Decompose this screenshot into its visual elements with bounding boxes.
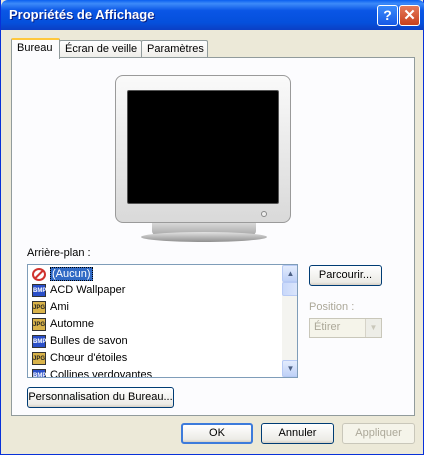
jpg-file-icon: JPG: [32, 300, 46, 314]
list-item-label: Automne: [50, 318, 95, 330]
help-button[interactable]: ?: [377, 5, 398, 26]
title-bar[interactable]: Propriétés de Affichage ? ✕: [1, 0, 424, 30]
tab-bureau-label: Bureau: [17, 42, 53, 54]
jpg-file-icon: JPG: [32, 317, 46, 331]
monitor-screen: [127, 90, 279, 204]
list-item[interactable]: BMP Collines verdoyantes: [32, 367, 153, 378]
window-title: Propriétés de Affichage: [9, 7, 155, 22]
display-properties-window: Propriétés de Affichage ? ✕ Bureau Écran…: [0, 0, 424, 455]
background-list[interactable]: (Aucun) BMP ACD Wallpaper JPG Ami JPG Au…: [27, 264, 298, 378]
list-item-label: ACD Wallpaper: [50, 284, 126, 296]
scroll-down-button[interactable]: ▼: [282, 360, 297, 377]
tab-screensaver-label: Écran de veille: [65, 43, 138, 55]
tab-settings-label: Paramètres: [147, 43, 204, 55]
browse-button[interactable]: Parcourir...: [309, 265, 382, 286]
bmp-file-icon: BMP: [32, 334, 46, 348]
list-item[interactable]: JPG Ami: [32, 299, 69, 315]
list-item[interactable]: BMP Bulles de savon: [32, 333, 128, 349]
monitor-preview-icon: [115, 75, 291, 223]
bmp-file-icon: BMP: [32, 368, 46, 377]
customize-desktop-button[interactable]: Personnalisation du Bureau...: [27, 387, 174, 408]
list-item-label: Collines verdoyantes: [50, 369, 153, 378]
position-select[interactable]: Étirer ▼: [309, 318, 382, 338]
close-button[interactable]: ✕: [399, 5, 420, 26]
scroll-up-button[interactable]: ▲: [282, 265, 297, 282]
list-item-label: (Aucun): [50, 267, 93, 281]
bmp-file-icon: BMP: [32, 283, 46, 297]
bureau-tab-panel: Arrière-plan : (Aucun) BMP ACD Wallpaper…: [11, 57, 415, 416]
none-icon: [32, 267, 46, 281]
list-item[interactable]: JPG Automne: [32, 316, 94, 332]
list-scrollbar[interactable]: ▲ ▼: [282, 265, 297, 377]
cancel-button[interactable]: Annuler: [261, 423, 334, 444]
position-label: Position :: [309, 301, 355, 313]
list-item[interactable]: JPG Chœur d'étoiles: [32, 350, 127, 366]
power-led-icon: [261, 211, 267, 217]
list-item[interactable]: BMP ACD Wallpaper: [32, 282, 125, 298]
list-item[interactable]: (Aucun): [32, 266, 93, 282]
position-select-value: Étirer: [314, 321, 341, 333]
apply-button[interactable]: Appliquer: [342, 423, 415, 444]
list-item-label: Bulles de savon: [50, 335, 128, 347]
jpg-file-icon: JPG: [32, 351, 46, 365]
monitor-stand: [141, 232, 267, 242]
background-label: Arrière-plan :: [27, 247, 91, 259]
chevron-down-icon: ▼: [365, 319, 381, 337]
ok-button[interactable]: OK: [181, 423, 253, 444]
scroll-thumb[interactable]: [282, 282, 297, 296]
tab-bureau[interactable]: Bureau: [11, 38, 60, 59]
list-item-label: Ami: [50, 301, 69, 313]
list-item-label: Chœur d'étoiles: [50, 352, 128, 364]
